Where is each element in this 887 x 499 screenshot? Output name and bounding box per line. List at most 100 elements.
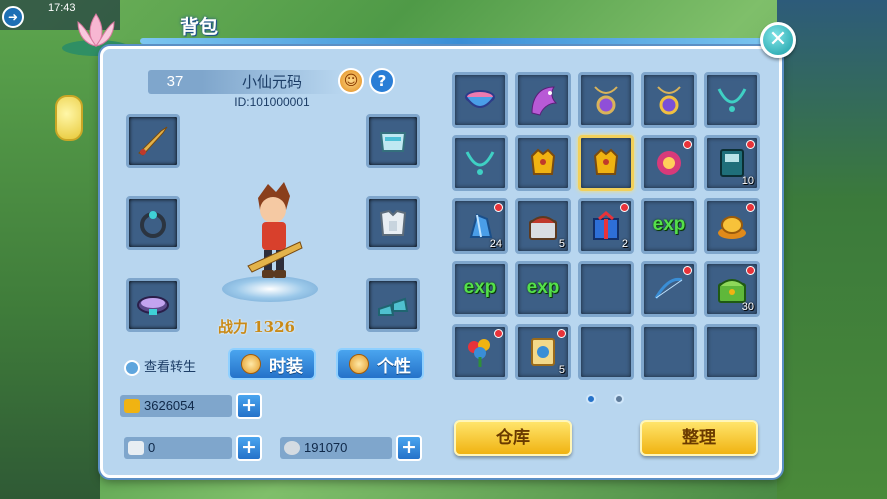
add-ticket-button[interactable]: + [236, 435, 262, 461]
silver-row: 191070 + [280, 435, 422, 461]
gold-ingot-icon [718, 216, 746, 239]
inventory-slot[interactable]: 5 [515, 324, 571, 380]
fashion-button[interactable]: 时装 [228, 348, 316, 380]
item-count: 30 [741, 301, 754, 313]
necklace-icon [717, 88, 747, 112]
item-count: 5 [558, 238, 565, 250]
sword-icon [138, 126, 168, 156]
add-gold-button[interactable]: + [236, 393, 262, 419]
new-item-badge [746, 266, 755, 275]
inventory-slot[interactable] [704, 72, 760, 128]
character-name: 小仙元码 [202, 70, 342, 94]
exp-icon: exp [652, 214, 686, 235]
bow-icon [654, 277, 683, 299]
help-icon[interactable]: ? [369, 68, 395, 94]
equip-slot-armor[interactable] [366, 196, 420, 250]
inventory-slot[interactable]: 5 [515, 198, 571, 254]
inventory-slot[interactable] [515, 135, 571, 191]
treasure-chest-icon [529, 216, 557, 240]
inventory-slot[interactable] [578, 324, 634, 380]
new-item-badge [746, 140, 755, 149]
gold-amount: 3626054 [144, 398, 195, 413]
level-badge: 37 [148, 70, 202, 94]
inventory-slot[interactable]: 10 [704, 135, 760, 191]
shoulder-armor-icon [379, 132, 407, 152]
inventory-slot[interactable] [641, 261, 697, 317]
view-rebirth-link[interactable]: 查看转生 [124, 356, 196, 376]
new-item-badge [494, 203, 503, 212]
inventory-slot[interactable] [578, 261, 634, 317]
new-item-badge [494, 329, 503, 338]
exp-icon: exp [526, 277, 560, 298]
inventory-slot[interactable] [578, 135, 634, 191]
personality-label: 个性 [377, 356, 411, 377]
new-item-badge [557, 329, 566, 338]
view-rebirth-label: 查看转生 [144, 360, 197, 375]
inventory-slot[interactable] [641, 72, 697, 128]
equip-slot-shoulder[interactable] [366, 114, 420, 168]
inventory-slot[interactable] [452, 72, 508, 128]
inventory-slot[interactable] [452, 324, 508, 380]
inventory-slot[interactable] [704, 324, 760, 380]
character-id: ID:101000001 [234, 95, 310, 109]
rebirth-icon [124, 359, 140, 376]
page-dot-2[interactable] [614, 394, 624, 404]
inventory-slot[interactable]: exp [641, 198, 697, 254]
ticket-field: 0 [124, 437, 232, 459]
inventory-slot[interactable]: exp [515, 261, 571, 317]
new-item-badge [620, 203, 629, 212]
back-arrow-icon[interactable]: ➜ [2, 6, 24, 28]
page-dot-1[interactable] [586, 394, 596, 404]
item-count: 10 [741, 175, 754, 187]
gold-field: 3626054 [120, 395, 232, 417]
equip-slot-belt[interactable] [126, 278, 180, 332]
fire-orb-icon [657, 151, 681, 175]
inventory-slot[interactable] [452, 135, 508, 191]
new-item-badge [683, 140, 692, 149]
new-item-badge [683, 266, 692, 275]
inventory-slot[interactable]: 24 [452, 198, 508, 254]
gold-ingot-icon [124, 399, 140, 413]
personality-face-icon [349, 354, 369, 374]
personality-button[interactable]: 个性 [336, 348, 424, 380]
silver-field: 191070 [280, 437, 392, 459]
phoenix-icon [531, 86, 558, 116]
close-button[interactable]: ✕ [760, 22, 796, 58]
title-badge-icon[interactable]: ☺ [338, 68, 364, 94]
silver-icon [284, 441, 300, 455]
item-count: 24 [489, 238, 502, 250]
ticket-row: 0 + [124, 435, 262, 461]
gold-armor-icon [593, 148, 619, 175]
fashion-face-icon [241, 354, 261, 374]
ticket-icon [128, 441, 144, 455]
amulet-gold-icon [657, 86, 681, 115]
inventory-slot[interactable] [641, 135, 697, 191]
game-world-left [0, 30, 100, 499]
hero-character-icon[interactable] [238, 180, 308, 290]
inventory-slot[interactable] [578, 72, 634, 128]
add-silver-button[interactable]: + [396, 435, 422, 461]
gold-armor-icon [530, 148, 556, 175]
inventory-slot[interactable] [515, 72, 571, 128]
gold-row: 3626054 + [120, 393, 262, 419]
title-bar [140, 38, 780, 44]
ticket-amount: 0 [148, 440, 156, 455]
game-world-right [777, 0, 887, 499]
equip-slot-ring[interactable] [126, 196, 180, 250]
inventory-slot[interactable]: 30 [704, 261, 760, 317]
sort-button[interactable]: 整理 [640, 420, 758, 456]
armor-icon [379, 209, 407, 236]
inventory-slot[interactable] [641, 324, 697, 380]
item-count: 2 [621, 238, 628, 250]
inventory-slot[interactable]: 2 [578, 198, 634, 254]
inventory-slot[interactable] [704, 198, 760, 254]
scroll-card-icon [531, 338, 555, 366]
page-title: 背包 [180, 16, 219, 38]
equip-slot-boots[interactable] [366, 278, 420, 332]
warehouse-button[interactable]: 仓库 [454, 420, 572, 456]
equip-slot-weapon[interactable] [126, 114, 180, 168]
inventory-slot[interactable]: exp [452, 261, 508, 317]
new-item-badge [746, 203, 755, 212]
ring-icon [140, 211, 166, 238]
silver-amount: 191070 [304, 440, 348, 455]
